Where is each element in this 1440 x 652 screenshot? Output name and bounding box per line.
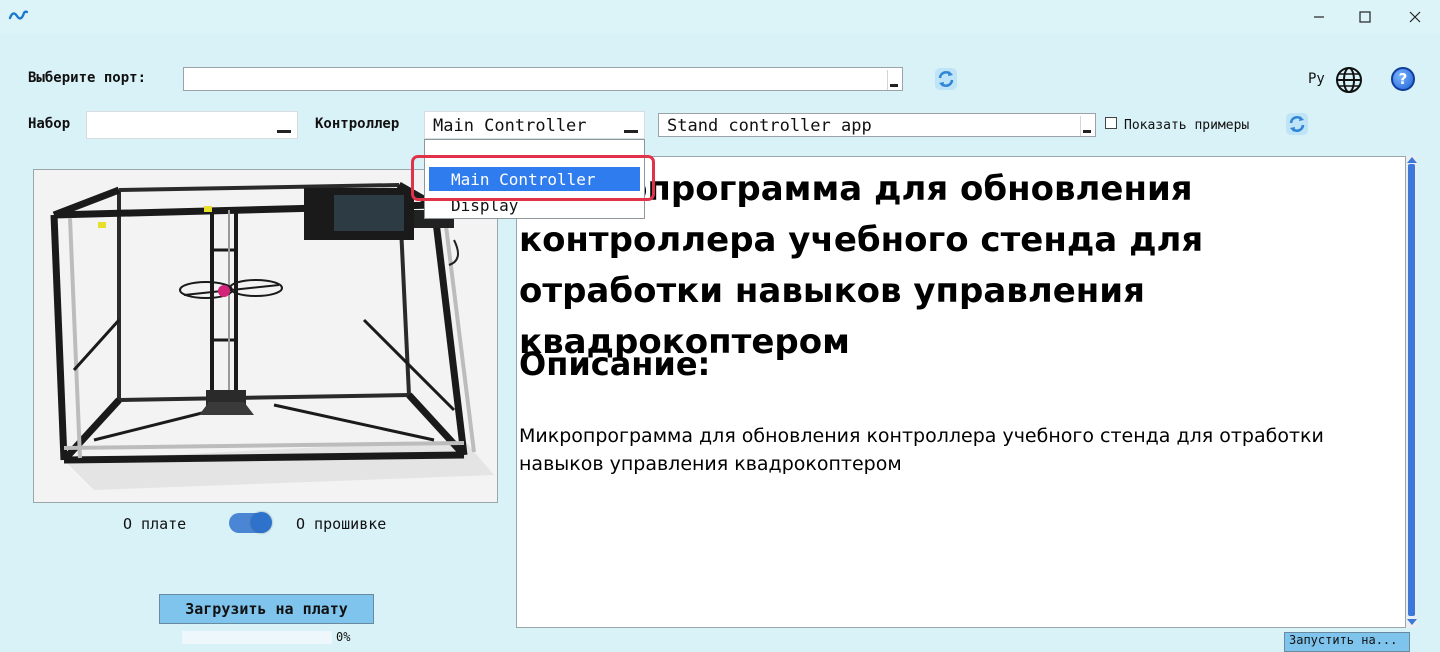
run-button[interactable]: Запустить на... [1284, 632, 1410, 652]
upload-progress-bar [182, 631, 332, 644]
title-bar [0, 0, 1440, 34]
description-body: Микропрограмма для обновления контроллер… [519, 425, 1324, 475]
controller-value: Main Controller [433, 116, 587, 136]
minimize-button[interactable] [1296, 4, 1342, 30]
language-label[interactable]: Ру [1308, 71, 1325, 87]
description-subtitle: Описание: [519, 345, 711, 383]
chevron-down-icon [1083, 130, 1091, 133]
about-firmware-label[interactable]: О прошивке [296, 515, 386, 533]
description-scroll-thumb[interactable] [1408, 164, 1415, 616]
refresh-firmware-icon[interactable] [1285, 112, 1309, 136]
kit-label: Набор [28, 116, 71, 132]
firmware-dropdown-button[interactable] [1080, 116, 1093, 136]
firmware-select[interactable]: Stand controller app [658, 113, 1096, 137]
info-toggle-knob[interactable] [251, 512, 272, 533]
globe-icon[interactable] [1335, 66, 1363, 94]
chevron-down-icon [624, 130, 638, 133]
controller-label: Контроллер [315, 116, 400, 132]
scroll-down-arrow-icon[interactable] [1407, 619, 1417, 625]
controller-select[interactable]: Main Controller [424, 111, 645, 139]
close-icon [1409, 11, 1421, 23]
about-board-label[interactable]: О плате [123, 515, 186, 533]
app-logo-icon [8, 10, 28, 20]
minimize-icon [1314, 16, 1324, 18]
scroll-up-arrow-icon[interactable] [1407, 157, 1417, 163]
show-examples-label[interactable]: Показать примеры [1124, 118, 1249, 133]
refresh-ports-icon[interactable] [934, 67, 958, 91]
maximize-button[interactable] [1342, 4, 1388, 30]
port-label: Выберите порт: [28, 70, 147, 86]
port-select[interactable] [183, 67, 903, 91]
close-button[interactable] [1392, 4, 1438, 30]
chevron-down-icon [890, 84, 898, 87]
device-photo [33, 169, 498, 503]
chevron-down-icon [277, 130, 291, 133]
port-dropdown-button[interactable] [887, 70, 900, 90]
upload-progress-text: 0% [336, 630, 351, 644]
show-examples-checkbox[interactable] [1105, 117, 1117, 129]
upload-button[interactable]: Загрузить на плату [159, 594, 374, 624]
firmware-value: Stand controller app [667, 116, 872, 136]
maximize-icon [1359, 11, 1371, 23]
help-icon[interactable]: ? [1391, 67, 1415, 91]
stand-image [34, 170, 497, 502]
highlight-frame [411, 155, 655, 201]
kit-select[interactable] [86, 111, 298, 139]
